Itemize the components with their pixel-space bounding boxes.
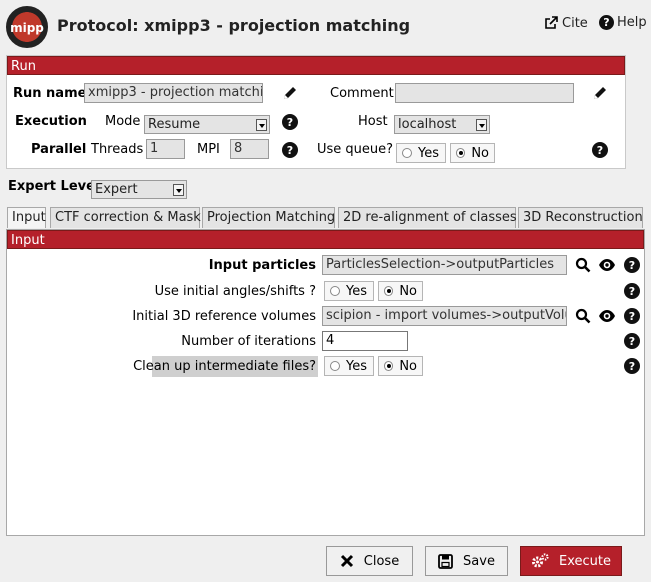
mpi-field[interactable]: 8: [230, 139, 269, 159]
radio-indicator: [384, 361, 394, 371]
use-queue-no-radio[interactable]: No: [450, 143, 495, 163]
use-queue-yes-radio[interactable]: Yes: [396, 143, 446, 163]
tab-projection-matching[interactable]: Projection Matching: [202, 207, 335, 228]
tab-input[interactable]: Input: [7, 207, 46, 228]
parallel-label: Parallel: [31, 142, 87, 157]
mode-label: Mode: [105, 114, 141, 129]
radio-indicator: [330, 361, 340, 371]
pencil-icon: [594, 87, 606, 99]
view-particles-button[interactable]: [597, 255, 617, 275]
tab-3d-reconstruction[interactable]: 3D Reconstruction: [518, 207, 643, 228]
input-particles-help-button[interactable]: ?: [622, 255, 642, 275]
expert-level-label: Expert Level: [8, 179, 100, 194]
chevron-down-icon: [476, 119, 487, 131]
question-icon: ?: [624, 358, 640, 374]
search-icon: [575, 308, 591, 324]
tab-ctf-correction[interactable]: CTF correction & Mask: [50, 207, 201, 228]
use-initial-angles-label: Use initial angles/shifts ?: [154, 284, 316, 299]
question-icon: ?: [624, 308, 640, 324]
run-section-header: Run: [7, 56, 625, 75]
radio-indicator: [384, 286, 394, 296]
help-link[interactable]: ? Help: [599, 15, 647, 30]
close-button[interactable]: Close: [326, 546, 413, 576]
run-name-label: Run name: [13, 86, 87, 101]
question-icon: ?: [592, 142, 608, 158]
use-initial-yes-radio[interactable]: Yes: [324, 281, 374, 301]
mpi-label: MPI: [197, 142, 220, 157]
expert-level-select[interactable]: Expert: [91, 180, 187, 199]
cleanup-help-button[interactable]: ?: [622, 356, 642, 376]
tab-2d-realignment[interactable]: 2D re-alignment of classes: [338, 207, 517, 228]
input-panel: Input: [6, 229, 645, 536]
view-volumes-button[interactable]: [597, 306, 617, 326]
parallel-help-button[interactable]: ?: [280, 140, 300, 160]
question-icon: ?: [624, 283, 640, 299]
use-initial-help-button[interactable]: ?: [622, 281, 642, 301]
question-icon: ?: [624, 333, 640, 349]
cleanup-no-radio[interactable]: No: [378, 356, 423, 376]
question-icon: ?: [624, 257, 640, 273]
chevron-down-icon: [173, 184, 184, 196]
iterations-label: Number of iterations: [181, 334, 316, 349]
app-logo: mipp: [6, 6, 48, 48]
question-icon: ?: [599, 15, 614, 30]
queue-help-button[interactable]: ?: [590, 140, 610, 160]
execution-label: Execution: [15, 114, 87, 129]
input-section-header: Input: [7, 230, 644, 249]
radio-indicator: [456, 148, 466, 158]
mode-help-button[interactable]: ?: [280, 112, 300, 132]
pencil-icon: [284, 87, 296, 99]
window-title: Protocol: xmipp3 - projection matching: [57, 16, 411, 35]
close-icon: [340, 554, 353, 568]
host-select[interactable]: localhost: [394, 115, 490, 134]
external-link-icon: [545, 16, 558, 29]
search-particles-button[interactable]: [573, 255, 593, 275]
use-queue-label: Use queue?: [317, 142, 394, 157]
search-volumes-button[interactable]: [573, 306, 593, 326]
input-particles-label: Input particles: [208, 258, 316, 273]
cleanup-label: Clean up intermediate files?: [133, 359, 316, 374]
mode-select[interactable]: Resume: [144, 115, 270, 134]
chevron-down-icon: [256, 119, 267, 131]
eye-icon: [599, 259, 615, 271]
threads-label: Threads: [91, 142, 144, 157]
cite-link[interactable]: Cite: [543, 15, 588, 31]
radio-indicator: [330, 286, 340, 296]
gears-icon: [532, 553, 549, 568]
initial-3d-reference-field[interactable]: scipion - import volumes->outputVolum: [322, 306, 567, 326]
question-icon: ?: [282, 142, 298, 158]
initial-3d-reference-label: Initial 3D reference volumes: [132, 309, 316, 324]
radio-indicator: [402, 148, 412, 158]
use-initial-no-radio[interactable]: No: [378, 281, 423, 301]
edit-run-name-button[interactable]: [280, 83, 300, 103]
cleanup-yes-radio[interactable]: Yes: [324, 356, 374, 376]
edit-comment-button[interactable]: [590, 83, 610, 103]
initial-3d-help-button[interactable]: ?: [622, 306, 642, 326]
search-icon: [575, 257, 591, 273]
save-icon: [438, 553, 453, 569]
execute-button[interactable]: Execute: [520, 546, 622, 576]
save-button[interactable]: Save: [425, 546, 508, 576]
iterations-field[interactable]: 4: [322, 331, 408, 351]
run-name-field[interactable]: xmipp3 - projection matching: [84, 83, 263, 103]
input-particles-field[interactable]: ParticlesSelection->outputParticles: [322, 255, 567, 275]
threads-field[interactable]: 1: [146, 139, 185, 159]
question-icon: ?: [282, 114, 298, 130]
eye-icon: [599, 310, 615, 322]
iterations-help-button[interactable]: ?: [622, 331, 642, 351]
comment-label: Comment: [330, 86, 394, 101]
host-label: Host: [358, 114, 388, 129]
comment-field[interactable]: [395, 83, 574, 103]
